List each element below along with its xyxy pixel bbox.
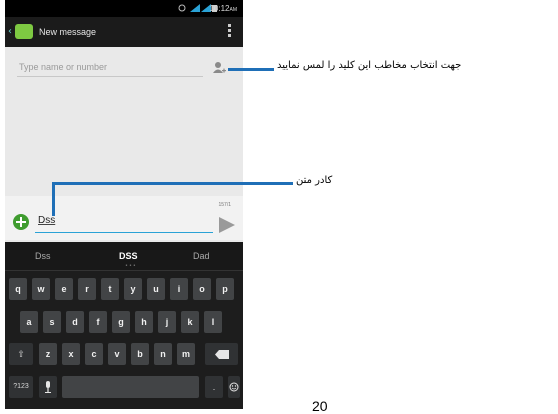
key-j[interactable]: j [158,311,176,333]
key-s[interactable]: s [43,311,61,333]
wifi-signal-icon [190,4,200,12]
key-e[interactable]: e [55,278,73,300]
key-f[interactable]: f [89,311,107,333]
space-key[interactable] [62,376,199,398]
key-o[interactable]: o [193,278,211,300]
status-bar: 10:12AM [5,0,243,17]
key-u[interactable]: u [147,278,165,300]
key-k[interactable]: k [181,311,199,333]
key-b[interactable]: b [131,343,149,365]
action-bar: ‹ New message [5,17,243,47]
send-icon[interactable] [219,217,235,233]
sync-icon [178,4,186,12]
key-v[interactable]: v [108,343,126,365]
back-chevron-icon[interactable]: ‹ [8,26,12,37]
key-m[interactable]: m [177,343,195,365]
suggestion-strip: Dss DSS ••• Dad [5,242,243,271]
mic-key[interactable] [39,376,57,398]
key-q[interactable]: q [9,278,27,300]
key-c[interactable]: c [85,343,103,365]
shift-key[interactable]: ⇧ [9,343,33,365]
contact-callout-line [228,68,274,71]
key-x[interactable]: x [62,343,80,365]
message-text: Dss [38,215,56,226]
attach-icon[interactable] [13,214,29,230]
messaging-app-icon[interactable] [15,24,33,39]
key-w[interactable]: w [32,278,50,300]
key-l[interactable]: l [204,311,222,333]
key-z[interactable]: z [39,343,57,365]
emoji-key[interactable] [228,376,240,398]
textbox-callout-horizontal [52,182,293,185]
textbox-callout-vertical [52,182,55,216]
screen-title: New message [39,27,97,37]
key-r[interactable]: r [78,278,96,300]
phone-screenshot: 10:12AM ‹ New message Type name or numbe… [5,0,243,409]
textbox-callout-text: کادر متن [296,175,333,186]
key-y[interactable]: y [124,278,142,300]
key-t[interactable]: t [101,278,119,300]
key-p[interactable]: p [216,278,234,300]
microphone-icon [45,381,51,393]
suggestion-3[interactable]: Dad [193,251,210,261]
key-g[interactable]: g [112,311,130,333]
key-i[interactable]: i [170,278,188,300]
more-suggestions-dots: ••• [125,263,137,269]
key-d[interactable]: d [66,311,84,333]
suggestion-2[interactable]: DSS [119,251,138,261]
key-a[interactable]: a [20,311,38,333]
recipient-input[interactable]: Type name or number [17,60,203,77]
contact-callout-text: جهت انتخاب مخاطب این کلید را لمس نمایید [277,60,462,71]
overflow-menu-icon[interactable] [228,24,231,40]
smiley-icon [229,382,239,392]
backspace-key[interactable] [205,343,238,365]
key-h[interactable]: h [135,311,153,333]
message-text-field[interactable]: Dss [35,212,213,233]
keyboard: Dss DSS ••• Dad q w e r t y u i o p a s … [5,242,243,409]
character-counter: 157/1 [218,202,231,208]
page-number: 20 [312,398,328,414]
suggestion-1[interactable]: Dss [35,251,51,261]
key-n[interactable]: n [154,343,172,365]
period-key[interactable]: . [205,376,223,398]
backspace-icon [214,350,229,359]
clock: 10:12AM [209,4,237,13]
add-contact-icon[interactable] [212,61,226,75]
symbols-key[interactable]: ?123 [9,376,33,398]
